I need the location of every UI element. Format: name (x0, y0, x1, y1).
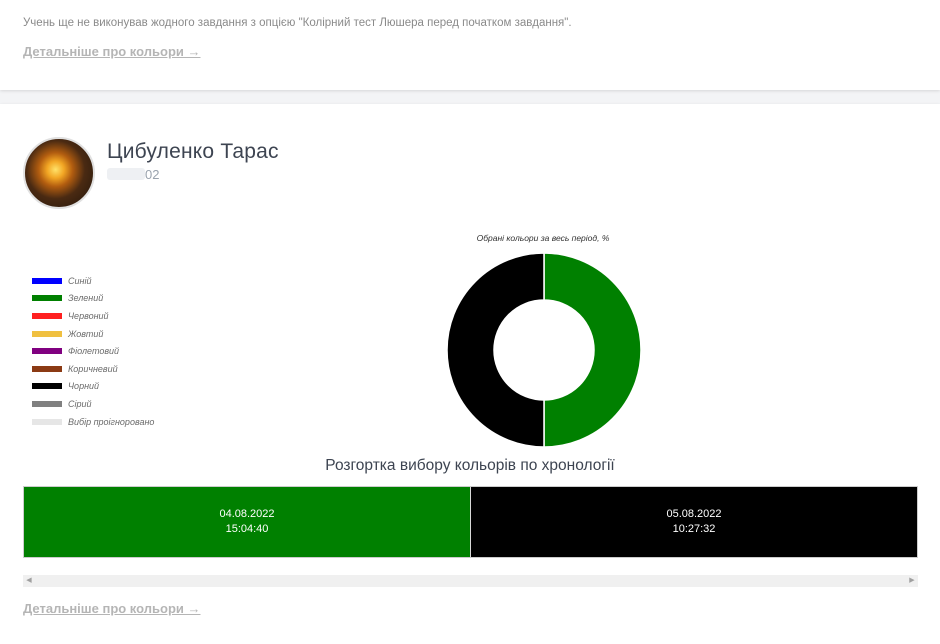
legend-swatch (32, 277, 62, 284)
color-donut-chart (446, 252, 642, 448)
legend-swatch (32, 312, 62, 319)
legend-label: Жовтий (68, 328, 104, 339)
legend-item-black: Чорний (32, 378, 154, 396)
legend-label: Вибір проігноровано (68, 416, 155, 427)
donut-slice-Зелений[interactable] (543, 252, 642, 448)
redacted-id-part (107, 168, 145, 180)
student-color-card: Цибуленко Тарас 02 Обрані кольори за вес… (0, 104, 940, 644)
legend-item-ignored: Вибір проігноровано (32, 413, 154, 431)
legend-label: Чорний (68, 381, 100, 392)
color-timeline: 04.08.2022 15:04:40 05.08.2022 10:27:32 (23, 486, 918, 558)
scroll-right-icon[interactable]: ▶ (906, 575, 918, 587)
timeline-horizontal-scrollbar[interactable]: ◀ ▶ (23, 575, 918, 587)
legend-item-blue: Синій (32, 272, 154, 290)
timeline-time: 10:27:32 (672, 523, 716, 535)
legend-item-red: Червоний (32, 307, 154, 325)
legend-label: Зелений (68, 293, 104, 304)
student-name: Цибуленко Тарас (107, 140, 279, 163)
student-id: 02 (107, 167, 159, 182)
legend-item-brown: Коричневий (32, 360, 154, 378)
timeline-date: 04.08.2022 (219, 508, 275, 520)
timeline-entry: 04.08.2022 15:04:40 (24, 487, 470, 557)
legend-swatch (32, 418, 62, 425)
timeline-time: 15:04:40 (225, 523, 269, 535)
chart-title: Обрані кольори за весь період, % (476, 233, 610, 243)
legend-swatch (32, 295, 62, 302)
avatar (23, 137, 95, 209)
legend-label: Синій (68, 275, 92, 286)
legend-label: Фіолетовий (68, 346, 120, 357)
student-id-suffix: 02 (145, 167, 160, 182)
chart-legend: Синій Зелений Червоний Жовтий Фіолетовий… (32, 272, 154, 430)
donut-slice-Чорний[interactable] (446, 252, 545, 448)
scroll-left-icon[interactable]: ◀ (23, 575, 35, 587)
legend-item-green: Зелений (32, 290, 154, 308)
legend-swatch (32, 365, 62, 372)
legend-item-gray: Сірий (32, 395, 154, 413)
colors-details-link[interactable]: Детальніше про кольори → (23, 44, 201, 59)
timeline-date: 05.08.2022 (666, 508, 722, 520)
colors-details-link-bottom[interactable]: Детальніше про кольори → (23, 601, 201, 616)
legend-label: Коричневий (68, 363, 118, 374)
legend-label: Сірий (68, 398, 92, 409)
legend-swatch (32, 383, 62, 390)
legend-item-violet: Фіолетовий (32, 342, 154, 360)
legend-swatch (32, 400, 62, 407)
legend-swatch (32, 330, 62, 337)
timeline-title: Розгортка вибору кольорів по хронології (325, 457, 615, 474)
legend-swatch (32, 348, 62, 355)
timeline-entry: 05.08.2022 10:27:32 (470, 487, 917, 557)
legend-label: Червоний (68, 310, 109, 321)
no-tasks-card: Учень ще не виконував жодного завдання з… (0, 0, 940, 90)
no-tasks-notice: Учень ще не виконував жодного завдання з… (23, 17, 572, 29)
legend-item-yellow: Жовтий (32, 325, 154, 343)
